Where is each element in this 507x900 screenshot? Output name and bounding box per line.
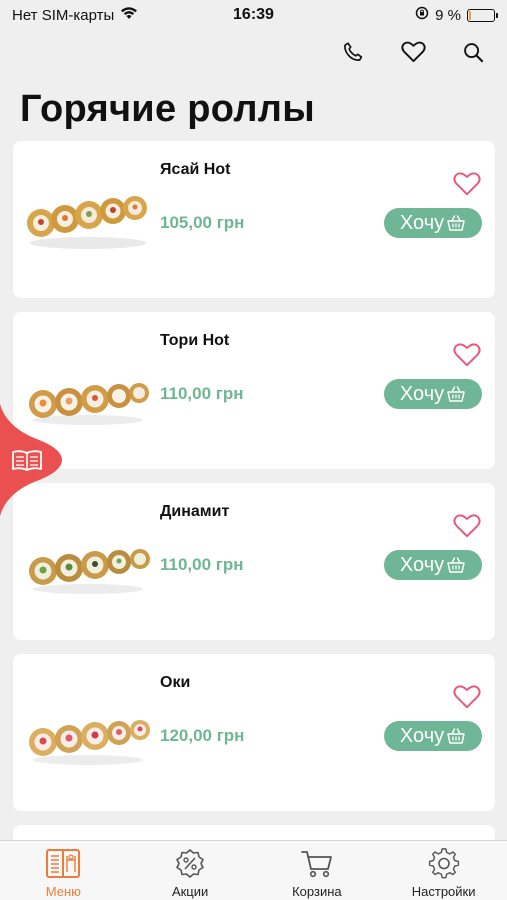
product-price: 105,00 грн	[160, 213, 245, 232]
header-actions	[337, 36, 489, 68]
product-price: 110,00 грн	[160, 555, 244, 574]
product-card[interactable]: Тори Hot 110,00 грн Хочу	[13, 312, 495, 469]
tab-promotions-label: Акции	[171, 884, 209, 899]
product-name[interactable]: Тори Hot	[160, 332, 229, 350]
want-button[interactable]: Хочу	[384, 208, 482, 238]
wifi-icon	[120, 6, 138, 24]
orientation-lock-icon	[415, 6, 429, 24]
product-image	[23, 171, 153, 261]
product-price: 110,00 грн	[160, 384, 244, 403]
want-button[interactable]: Хочу	[384, 550, 482, 580]
product-card[interactable]: Ясай Hot 105,00 грн Хочу	[13, 141, 495, 298]
tab-menu[interactable]: Меню	[0, 841, 126, 900]
product-name[interactable]: Динамит	[160, 503, 229, 521]
tab-bar: Меню Акции Корзина Настройки	[0, 840, 507, 900]
want-button-label: Хочу	[399, 211, 445, 234]
favorite-heart-icon[interactable]	[453, 171, 481, 197]
discount-badge-icon	[172, 848, 208, 880]
basket-icon	[446, 213, 466, 233]
status-bar: Нет SIM-карты 16:39 9 %	[0, 0, 507, 30]
want-button-label: Хочу	[399, 382, 445, 405]
heart-icon[interactable]	[397, 36, 429, 68]
side-catalog-tab[interactable]	[0, 404, 64, 516]
tab-settings-label: Настройки	[411, 884, 476, 899]
product-list: Ясай Hot 105,00 грн Хочу Тори Hot 110,00…	[13, 141, 495, 845]
product-image	[23, 684, 153, 774]
product-name[interactable]: Оки	[160, 674, 190, 692]
product-image	[23, 513, 153, 603]
basket-icon	[446, 384, 466, 404]
tab-menu-label: Меню	[45, 884, 81, 899]
page-title: Горячие роллы	[20, 88, 315, 130]
product-price: 120,00 грн	[160, 726, 245, 745]
battery-icon	[466, 8, 498, 22]
carrier-label: Нет SIM-карты	[12, 6, 115, 24]
basket-icon	[446, 555, 466, 575]
status-time: 16:39	[233, 6, 274, 23]
tab-settings[interactable]: Настройки	[381, 841, 507, 900]
favorite-heart-icon[interactable]	[453, 684, 481, 710]
want-button[interactable]: Хочу	[384, 721, 482, 751]
menu-book-icon	[45, 848, 81, 880]
tab-promotions[interactable]: Акции	[127, 841, 253, 900]
tab-cart-label: Корзина	[292, 884, 342, 899]
product-name[interactable]: Ясай Hot	[160, 161, 230, 179]
favorite-heart-icon[interactable]	[453, 342, 481, 368]
product-card[interactable]: Оки 120,00 грн Хочу	[13, 654, 495, 811]
tab-cart[interactable]: Корзина	[254, 841, 380, 900]
want-button-label: Хочу	[399, 553, 445, 576]
want-button[interactable]: Хочу	[384, 379, 482, 409]
cart-icon	[299, 848, 335, 880]
product-card[interactable]: Динамит 110,00 грн Хочу	[13, 483, 495, 640]
gear-icon	[426, 848, 462, 880]
battery-percent: 9 %	[435, 6, 461, 24]
want-button-label: Хочу	[399, 724, 445, 747]
search-icon[interactable]	[457, 36, 489, 68]
phone-icon[interactable]	[337, 36, 369, 68]
basket-icon	[446, 726, 466, 746]
favorite-heart-icon[interactable]	[453, 513, 481, 539]
